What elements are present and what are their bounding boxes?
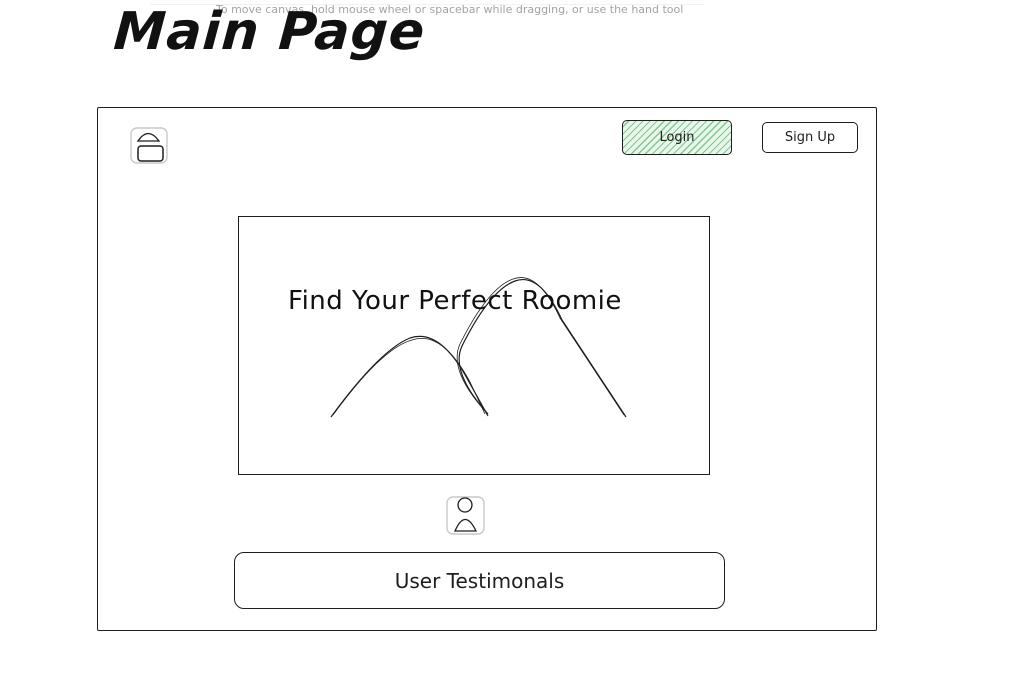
page-title: Main Page (111, 2, 428, 62)
hero-image-placeholder (238, 216, 710, 475)
drawing-canvas[interactable]: To move canvas, hold mouse wheel or spac… (0, 0, 1025, 673)
logo-placeholder-icon[interactable] (130, 127, 168, 164)
user-avatar-icon (446, 496, 485, 535)
sign-up-button[interactable]: Sign Up (762, 122, 858, 153)
user-testimonials-label: User Testimonals (394, 568, 565, 593)
login-button[interactable]: Login (622, 120, 732, 155)
hero-headline: Find Your Perfect Roomie (288, 286, 622, 316)
user-testimonials-box[interactable]: User Testimonals (234, 552, 725, 609)
